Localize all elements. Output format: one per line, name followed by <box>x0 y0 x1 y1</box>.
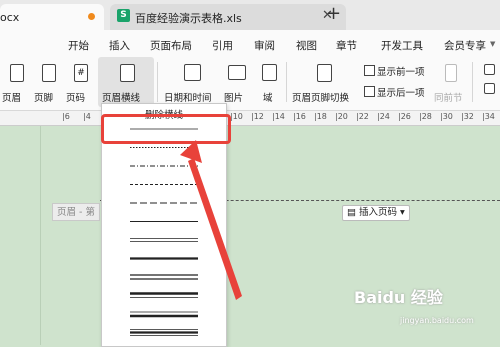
header-button-label: 页眉 <box>2 93 22 104</box>
more-icon-top <box>483 64 495 75</box>
divider <box>472 62 473 102</box>
ruler-mark: |32 <box>461 112 474 121</box>
show-previous-button[interactable]: 显示前一项 <box>364 64 425 78</box>
ruler-mark: |28 <box>419 112 432 121</box>
chevron-down-icon: ▾ <box>397 207 405 218</box>
header-button[interactable]: 页眉 <box>2 60 32 104</box>
header-footer-switch-label: 页眉页脚切换 <box>292 93 350 104</box>
calendar-icon <box>183 64 201 81</box>
show-next-label: 显示后一项 <box>377 88 425 99</box>
menu-review[interactable]: 审阅 <box>254 38 275 53</box>
page-number-icon: # <box>74 64 88 82</box>
menu-insert[interactable]: 插入 <box>109 38 130 53</box>
footer-button[interactable]: 页脚 <box>34 60 64 104</box>
ruler-mark: |24 <box>377 112 390 121</box>
header-icon <box>10 64 24 82</box>
title-bar: ocx S 百度经验演示表格.xls ✕ + <box>0 0 500 30</box>
page-number-button-label: 页码 <box>66 93 86 104</box>
more-button[interactable] <box>480 60 498 94</box>
picture-button-label: 图片 <box>224 93 244 104</box>
show-previous-icon <box>364 65 375 76</box>
switch-icon <box>316 64 332 82</box>
insert-page-number-button[interactable]: ▤ 插入页码 ▾ <box>342 205 410 221</box>
field-button[interactable]: 域 <box>258 60 280 104</box>
ruler-mark: |12 <box>251 112 264 121</box>
ruler-mark: |10 <box>230 112 243 121</box>
footer-icon <box>42 64 56 82</box>
page-number-icon: ▤ <box>347 207 359 218</box>
header-line-button[interactable]: 页眉横线 <box>102 60 152 104</box>
footer-button-label: 页脚 <box>34 93 54 104</box>
more-icon-bottom <box>483 83 495 94</box>
ruler-mark: |30 <box>440 112 453 121</box>
menu-home[interactable]: 开始 <box>68 38 89 53</box>
header-tag: 页眉 - 第 <box>52 203 100 221</box>
unsaved-dot-icon <box>88 13 95 20</box>
ruler-mark: |4 <box>83 112 91 121</box>
field-button-label: 域 <box>263 93 273 104</box>
header-line-icon <box>119 64 135 82</box>
field-icon <box>261 64 277 81</box>
new-tab-button[interactable]: + <box>326 3 341 24</box>
divider <box>157 62 158 102</box>
ruler-mark: |26 <box>398 112 411 121</box>
show-next-button[interactable]: 显示后一项 <box>364 85 425 99</box>
ribbon-toolbar: 页眉 页脚 # 页码 页眉横线 日期和时间 图片 域 页眉页脚切换 显示前一项 … <box>0 56 500 111</box>
header-footer-switch-button[interactable]: 页眉页脚切换 <box>292 60 356 104</box>
baidu-watermark: Baidu 经验 <box>354 288 443 307</box>
page-edge <box>40 126 41 345</box>
highlight-box <box>101 114 231 144</box>
same-as-previous-icon <box>445 64 457 82</box>
menu-section[interactable]: 章节 <box>336 38 357 53</box>
same-as-previous-button[interactable]: 同前节 <box>434 60 468 104</box>
show-previous-label: 显示前一项 <box>377 67 425 78</box>
date-time-button[interactable]: 日期和时间 <box>164 60 220 104</box>
date-time-button-label: 日期和时间 <box>164 93 212 104</box>
ruler-mark: |34 <box>482 112 495 121</box>
ruler-mark: |14 <box>272 112 285 121</box>
picture-icon <box>228 65 246 80</box>
ruler-mark: |18 <box>314 112 327 121</box>
spreadsheet-icon: S <box>117 9 130 22</box>
show-next-icon <box>364 86 375 97</box>
ruler-mark: |20 <box>335 112 348 121</box>
page-number-button[interactable]: # 页码 <box>66 60 96 104</box>
menu-bar: 开始 插入 页面布局 引用 审阅 视图 章节 开发工具 会员专享 ▼ <box>0 30 500 56</box>
menu-view[interactable]: 视图 <box>296 38 317 53</box>
tab-spreadsheet[interactable]: S 百度经验演示表格.xls ✕ <box>110 4 346 30</box>
ruler-mark: |6 <box>62 112 70 121</box>
menu-member[interactable]: 会员专享 <box>444 38 486 53</box>
ruler-scale: |6|4|2||2|4|6|8|10|12|14|16|18|20|22|24|… <box>0 111 500 125</box>
tab-spreadsheet-label: 百度经验演示表格.xls <box>135 12 242 25</box>
ruler-mark: |22 <box>356 112 369 121</box>
baidu-watermark-url: jingyan.baidu.com <box>400 316 474 325</box>
same-as-previous-label: 同前节 <box>434 93 463 104</box>
menu-page-layout[interactable]: 页面布局 <box>150 38 192 53</box>
menu-references[interactable]: 引用 <box>212 38 233 53</box>
tab-current-document[interactable]: ocx <box>0 4 104 30</box>
chevron-down-icon: ▼ <box>490 40 496 48</box>
tab-current-document-label: ocx <box>0 11 20 24</box>
horizontal-ruler: |6|4|2||2|4|6|8|10|12|14|16|18|20|22|24|… <box>0 111 500 126</box>
header-line-button-label: 页眉横线 <box>102 93 141 104</box>
ruler-mark: |16 <box>293 112 306 121</box>
menu-developer[interactable]: 开发工具 <box>381 38 423 53</box>
picture-button[interactable]: 图片 <box>222 60 252 104</box>
divider <box>286 62 287 102</box>
insert-page-number-label: 插入页码 <box>359 207 398 218</box>
